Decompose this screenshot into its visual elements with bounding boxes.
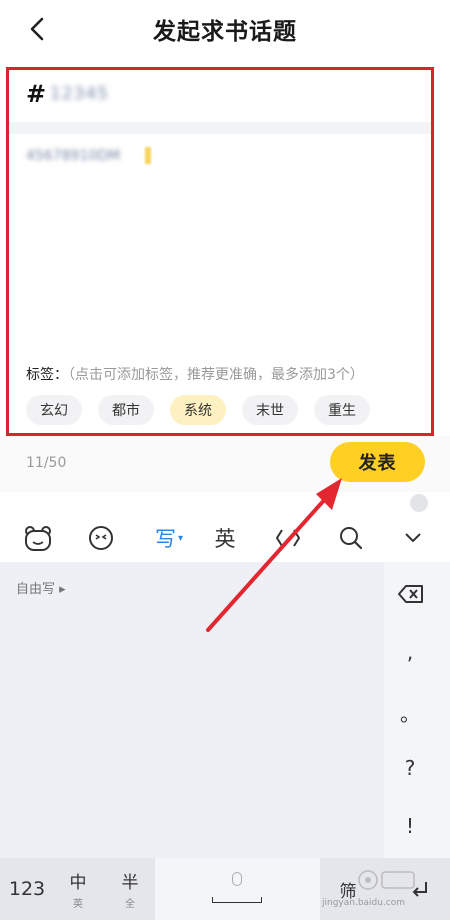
half-full-width-toggle[interactable]: 半 全 xyxy=(112,858,148,920)
tag-hint: （点击可添加标签，推荐更准确，最多添加3个） xyxy=(68,367,364,383)
half-label: 半 xyxy=(121,873,139,893)
baidu-watermark-logo xyxy=(358,870,415,890)
tag-chip-selected[interactable]: 系统 xyxy=(170,395,226,425)
page-title: 发起求书话题 xyxy=(153,19,297,45)
dropdown-arrow-icon: ▾ xyxy=(177,532,184,544)
handwrite-label: 写 xyxy=(154,527,176,551)
publish-button[interactable]: 发表 xyxy=(330,442,425,482)
comma-key[interactable]: , xyxy=(384,640,436,664)
microphone-icon xyxy=(232,872,242,886)
cursor-brackets-icon xyxy=(275,529,301,547)
tag-row: 标签：（点击可添加标签，推荐更准确，最多添加3个） xyxy=(26,364,364,384)
tag-label: 标签： xyxy=(26,367,68,383)
hide-keyboard-button[interactable] xyxy=(400,522,426,554)
tag-list: 玄幻 都市 系统 末世 重生 xyxy=(26,395,370,425)
keyboard-mascot-icon xyxy=(410,494,428,512)
search-button[interactable] xyxy=(336,522,366,554)
chinese-english-toggle[interactable]: 中 英 xyxy=(60,858,96,920)
backspace-key[interactable] xyxy=(396,580,426,608)
chinese-label: 中 xyxy=(69,873,87,893)
hash-prefix: # xyxy=(26,80,47,108)
english-label: 英 xyxy=(214,527,236,551)
free-write-toggle[interactable]: 自由写 ▸ xyxy=(16,578,66,597)
topic-title-input[interactable]: # 12345 xyxy=(8,70,434,122)
tag-chip[interactable]: 玄幻 xyxy=(26,395,82,425)
topic-title-value: 12345 xyxy=(50,84,110,104)
handwriting-pad[interactable] xyxy=(0,562,450,858)
search-icon xyxy=(340,527,363,550)
number-key-label: 123 xyxy=(8,878,46,900)
period-key[interactable]: 。 xyxy=(384,698,436,727)
cursor-move-button[interactable] xyxy=(272,522,304,554)
space-bar-icon xyxy=(212,897,262,903)
keyboard-skin-button[interactable] xyxy=(22,522,54,554)
topic-content-value: 45678910DM xyxy=(26,148,121,164)
emoji-face-icon xyxy=(89,526,113,550)
english-sub-label: 英 xyxy=(73,899,83,910)
chevron-down-icon xyxy=(405,533,421,543)
tag-chip[interactable]: 重生 xyxy=(314,395,370,425)
emoji-button[interactable] xyxy=(86,522,116,554)
english-mode-button[interactable]: 英 xyxy=(210,522,240,554)
app-header: 发起求书话题 xyxy=(0,0,450,58)
bear-logo-icon xyxy=(25,526,51,551)
question-key[interactable]: ? xyxy=(384,756,436,780)
backspace-icon xyxy=(398,585,423,603)
editor-divider xyxy=(8,122,434,134)
tag-chip[interactable]: 都市 xyxy=(98,395,154,425)
char-counter: 11/50 xyxy=(26,455,67,471)
tag-chip[interactable]: 末世 xyxy=(242,395,298,425)
handwrite-mode-button[interactable]: 写 ▾ xyxy=(148,522,190,554)
topic-content-input[interactable] xyxy=(8,134,434,354)
number-key[interactable]: 123 xyxy=(0,858,54,920)
exclamation-key[interactable]: ! xyxy=(384,814,436,838)
full-sub-label: 全 xyxy=(125,899,135,910)
space-key[interactable] xyxy=(155,858,320,920)
watermark-url: jingyan.baidu.com xyxy=(322,898,406,908)
text-cursor xyxy=(145,147,151,164)
